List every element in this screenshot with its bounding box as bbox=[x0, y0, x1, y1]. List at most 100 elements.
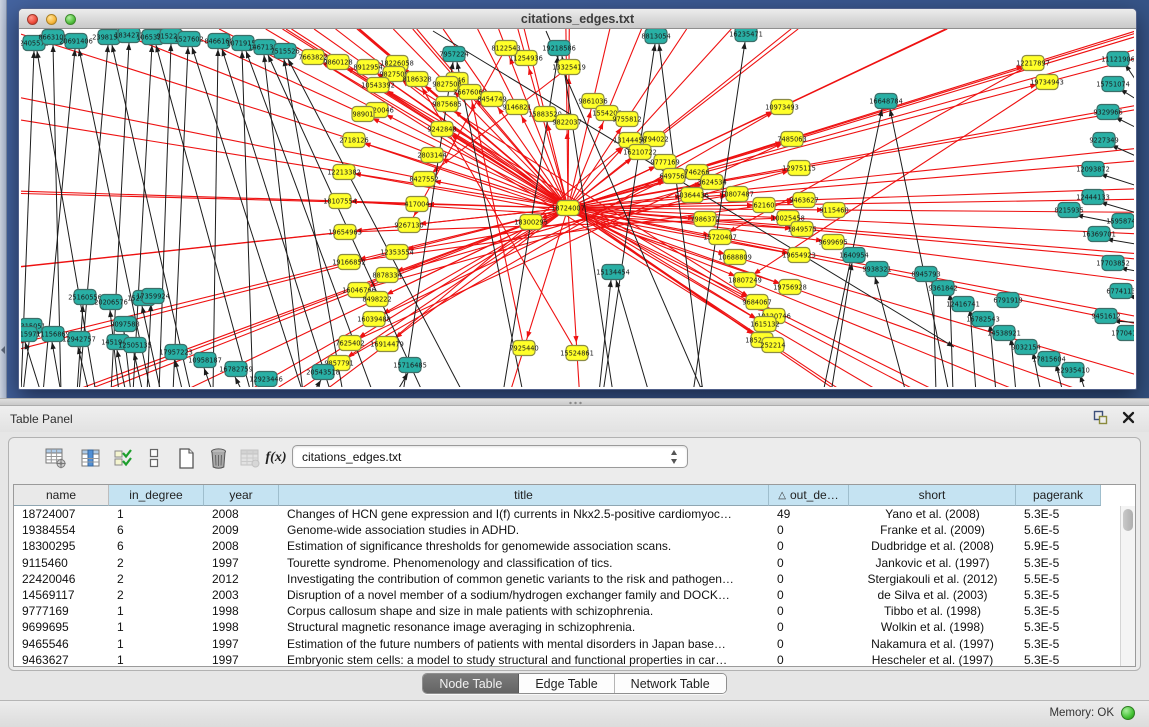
table-cell[interactable]: 49 bbox=[769, 506, 849, 522]
close-panel-icon[interactable] bbox=[1122, 411, 1135, 424]
table-cell[interactable]: 2012 bbox=[204, 571, 279, 587]
table-cell[interactable]: 5.3E-5 bbox=[1016, 603, 1101, 619]
table-cell[interactable]: Corpus callosum shape and size in male p… bbox=[279, 603, 769, 619]
table-cell[interactable]: Investigating the contribution of common… bbox=[279, 571, 769, 587]
network-table-select[interactable]: citations_edges.txt bbox=[292, 445, 688, 468]
table-cell[interactable]: 2 bbox=[109, 571, 204, 587]
table-cell[interactable]: 1 bbox=[109, 506, 204, 522]
table-cell[interactable]: 2003 bbox=[204, 587, 279, 603]
table-cell[interactable]: 0 bbox=[769, 571, 849, 587]
merge-cells-icon[interactable] bbox=[141, 445, 167, 471]
table-cell[interactable]: 6 bbox=[109, 538, 204, 554]
memory-status-icon[interactable] bbox=[1121, 706, 1135, 720]
table-cell[interactable]: Tibbo et al. (1998) bbox=[849, 603, 1016, 619]
table-cell[interactable]: 5.3E-5 bbox=[1016, 636, 1101, 652]
select-stepper-icon[interactable] bbox=[670, 449, 679, 465]
table-row[interactable]: 946554611997Estimation of the future num… bbox=[14, 636, 1120, 652]
table-cell[interactable]: 22420046 bbox=[14, 571, 109, 587]
table-cell[interactable]: 5.3E-5 bbox=[1016, 619, 1101, 635]
row-checklist-icon[interactable] bbox=[110, 445, 136, 471]
column-header-pagerank[interactable]: pagerank bbox=[1016, 485, 1101, 506]
table-cell[interactable]: 0 bbox=[769, 587, 849, 603]
table-cell[interactable]: 0 bbox=[769, 636, 849, 652]
table-cell[interactable]: 5.5E-5 bbox=[1016, 571, 1101, 587]
table-row[interactable]: 1456911722003Disruption of a novel membe… bbox=[14, 587, 1120, 603]
float-window-icon[interactable] bbox=[1093, 410, 1108, 425]
panel-splitter[interactable] bbox=[0, 398, 1149, 406]
table-cell[interactable]: 2009 bbox=[204, 522, 279, 538]
table-cell[interactable]: Hescheler et al. (1997) bbox=[849, 652, 1016, 667]
column-header-short[interactable]: short bbox=[849, 485, 1016, 506]
tab-network-table[interactable]: Network Table bbox=[615, 674, 726, 693]
table-row[interactable]: 1872400712008Changes of HCN gene express… bbox=[14, 506, 1120, 522]
column-visibility-icon[interactable] bbox=[78, 445, 104, 471]
table-cell[interactable]: 1 bbox=[109, 652, 204, 667]
column-header-in_degree[interactable]: in_degree bbox=[109, 485, 204, 506]
table-cell[interactable]: 1997 bbox=[204, 652, 279, 667]
table-cell[interactable]: 1997 bbox=[204, 555, 279, 571]
table-cell[interactable]: 0 bbox=[769, 652, 849, 667]
table-cell[interactable]: 1 bbox=[109, 636, 204, 652]
table-cell[interactable]: 9463627 bbox=[14, 652, 109, 667]
table-cell[interactable]: 1998 bbox=[204, 619, 279, 635]
table-row[interactable]: 1830029562008Estimation of significance … bbox=[14, 538, 1120, 554]
table-cell[interactable]: 9777169 bbox=[14, 603, 109, 619]
table-cell[interactable]: 1998 bbox=[204, 603, 279, 619]
table-cell[interactable]: Tourette syndrome. Phenomenology and cla… bbox=[279, 555, 769, 571]
table-cell[interactable]: Embryonic stem cells: a model to study s… bbox=[279, 652, 769, 667]
table-cell[interactable]: Structural magnetic resonance image aver… bbox=[279, 619, 769, 635]
table-cell[interactable]: 0 bbox=[769, 522, 849, 538]
table-cell[interactable]: de Silva et al. (2003) bbox=[849, 587, 1016, 603]
table-cell[interactable]: Estimation of significance thresholds fo… bbox=[279, 538, 769, 554]
table-row[interactable]: 911546021997Tourette syndrome. Phenomeno… bbox=[14, 555, 1120, 571]
function-builder-icon[interactable]: f(x) bbox=[263, 445, 289, 471]
tab-edge-table[interactable]: Edge Table bbox=[519, 674, 614, 693]
delete-column-icon[interactable] bbox=[205, 445, 231, 471]
table-cell[interactable]: 9699695 bbox=[14, 619, 109, 635]
table-row[interactable]: 1938455462009Genome-wide association stu… bbox=[14, 522, 1120, 538]
table-cell[interactable]: 14569117 bbox=[14, 587, 109, 603]
table-cell[interactable]: 0 bbox=[769, 538, 849, 554]
table-cell[interactable]: 9465546 bbox=[14, 636, 109, 652]
table-row[interactable]: 2242004622012Investigating the contribut… bbox=[14, 571, 1120, 587]
new-column-icon[interactable] bbox=[173, 445, 199, 471]
network-canvas[interactable]: 7663822986012889129541822605898275091054… bbox=[21, 29, 1134, 387]
collapsed-panel-strip[interactable] bbox=[0, 0, 7, 398]
table-cell[interactable]: 5.3E-5 bbox=[1016, 555, 1101, 571]
table-row[interactable]: 969969511998Structural magnetic resonanc… bbox=[14, 619, 1120, 635]
column-header-year[interactable]: year bbox=[204, 485, 279, 506]
column-header-out_de[interactable]: △out_de… bbox=[769, 485, 849, 506]
table-cell[interactable]: 9115460 bbox=[14, 555, 109, 571]
scrollbar-thumb[interactable] bbox=[1123, 509, 1133, 531]
network-view-window[interactable]: citations_edges.txt 76638229860128891295… bbox=[18, 8, 1137, 390]
table-cell[interactable]: Dudbridge et al. (2008) bbox=[849, 538, 1016, 554]
table-cell[interactable]: Changes of HCN gene expression and I(f) … bbox=[279, 506, 769, 522]
table-cell[interactable]: Jankovic et al. (1997) bbox=[849, 555, 1016, 571]
table-row[interactable]: 977716911998Corpus callosum shape and si… bbox=[14, 603, 1120, 619]
table-cell[interactable]: 1 bbox=[109, 619, 204, 635]
table-cell[interactable]: Wolkin et al. (1998) bbox=[849, 619, 1016, 635]
table-cell[interactable]: 2 bbox=[109, 555, 204, 571]
table-cell[interactable]: 5.9E-5 bbox=[1016, 538, 1101, 554]
table-cell[interactable]: 2008 bbox=[204, 538, 279, 554]
table-cell[interactable]: 0 bbox=[769, 603, 849, 619]
table-cell[interactable]: 2008 bbox=[204, 506, 279, 522]
table-cell[interactable]: Franke et al. (2009) bbox=[849, 522, 1016, 538]
table-vertical-scrollbar[interactable] bbox=[1120, 506, 1135, 666]
column-header-title[interactable]: title bbox=[279, 485, 769, 506]
table-cell[interactable]: 5.3E-5 bbox=[1016, 587, 1101, 603]
table-cell[interactable]: 18724007 bbox=[14, 506, 109, 522]
table-cell[interactable]: 0 bbox=[769, 619, 849, 635]
table-cell[interactable]: 5.3E-5 bbox=[1016, 652, 1101, 667]
table-cell[interactable]: 1997 bbox=[204, 636, 279, 652]
tab-node-table[interactable]: Node Table bbox=[423, 674, 519, 693]
column-header-name[interactable]: name bbox=[14, 485, 109, 506]
table-cell[interactable]: 18300295 bbox=[14, 538, 109, 554]
table-cell[interactable]: 1 bbox=[109, 603, 204, 619]
table-cell[interactable]: Yano et al. (2008) bbox=[849, 506, 1016, 522]
table-cell[interactable]: Nakamura et al. (1997) bbox=[849, 636, 1016, 652]
table-row[interactable]: 946362711997Embryonic stem cells: a mode… bbox=[14, 652, 1120, 667]
table-cell[interactable]: 2 bbox=[109, 587, 204, 603]
window-titlebar[interactable]: citations_edges.txt bbox=[19, 9, 1136, 29]
table-cell[interactable]: Estimation of the future numbers of pati… bbox=[279, 636, 769, 652]
